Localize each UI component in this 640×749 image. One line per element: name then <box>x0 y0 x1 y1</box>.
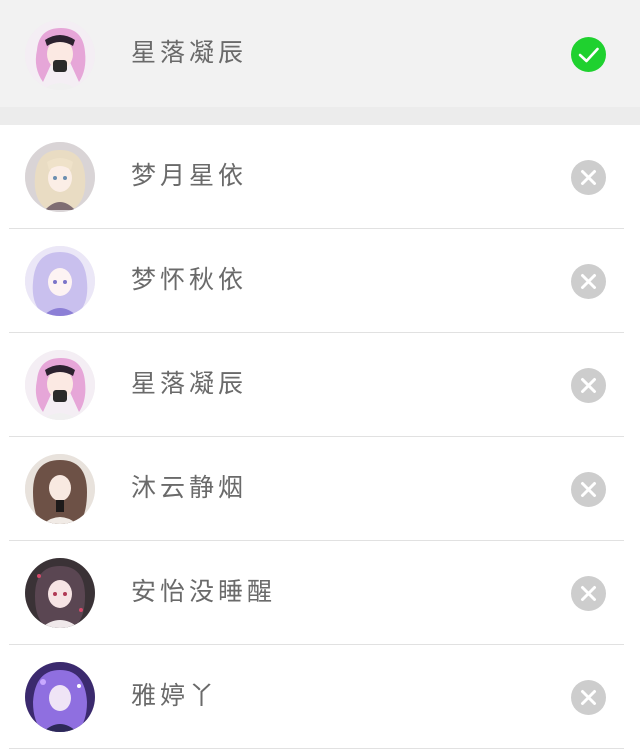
close-icon[interactable] <box>571 472 606 507</box>
section-separator <box>0 107 640 125</box>
list-item[interactable]: 梦怀秋依 <box>0 229 640 333</box>
list-item[interactable]: 安怡没睡醒 <box>0 541 640 645</box>
list-item[interactable]: 沐云静烟 <box>0 437 640 541</box>
checkmark-icon <box>571 37 606 72</box>
account-name: 梦怀秋依 <box>131 265 248 294</box>
avatar <box>25 142 95 212</box>
close-icon[interactable] <box>571 368 606 403</box>
avatar <box>25 558 95 628</box>
current-account-row[interactable]: 星落凝辰 <box>0 0 640 107</box>
close-icon[interactable] <box>571 576 606 611</box>
account-name: 安怡没睡醒 <box>131 577 277 606</box>
account-name: 梦月星依 <box>131 161 248 190</box>
avatar <box>25 20 95 90</box>
close-icon[interactable] <box>571 680 606 715</box>
account-name: 星落凝辰 <box>131 369 248 398</box>
list-item[interactable]: 雅婷丫 <box>0 645 640 749</box>
close-icon[interactable] <box>571 264 606 299</box>
account-switcher: 星落凝辰 梦月星依 梦怀秋依 星落凝辰 沐云静烟 安怡没睡醒 雅婷丫 <box>0 0 640 749</box>
avatar <box>25 350 95 420</box>
account-name: 雅婷丫 <box>131 681 219 710</box>
current-account-name: 星落凝辰 <box>131 38 248 67</box>
avatar <box>25 246 95 316</box>
account-list: 梦月星依 梦怀秋依 星落凝辰 沐云静烟 安怡没睡醒 雅婷丫 <box>0 125 640 749</box>
avatar <box>25 662 95 732</box>
list-item[interactable]: 星落凝辰 <box>0 333 640 437</box>
account-name: 沐云静烟 <box>131 473 248 502</box>
list-item[interactable]: 梦月星依 <box>0 125 640 229</box>
avatar <box>25 454 95 524</box>
close-icon[interactable] <box>571 160 606 195</box>
